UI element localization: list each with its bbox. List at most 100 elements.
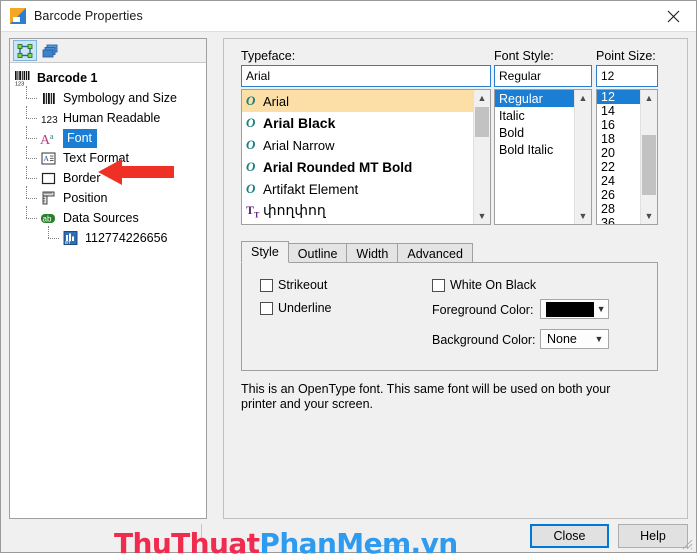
point-size-value: 36 <box>601 216 615 224</box>
scroll-up-icon[interactable]: ▲ <box>575 90 591 106</box>
font-style-input[interactable] <box>494 65 592 87</box>
white-on-black-checkbox[interactable]: White On Black <box>432 278 536 292</box>
list-item[interactable]: 12 <box>597 90 640 104</box>
close-button[interactable]: Close <box>530 524 609 548</box>
tab-outline[interactable]: Outline <box>287 243 348 263</box>
list-item[interactable]: Bold Italic <box>495 141 574 158</box>
ruler-position-glyph <box>42 191 55 205</box>
point-size-value: 24 <box>601 174 615 188</box>
underline-checkbox[interactable]: Underline <box>260 301 332 315</box>
point-size-value: 14 <box>601 104 615 118</box>
chevron-down-icon: ▼ <box>594 334 604 344</box>
list-item[interactable]: 16 <box>597 118 640 132</box>
scrollbar-thumb[interactable] <box>475 107 489 137</box>
list-item[interactable]: Bold <box>495 124 574 141</box>
tree-item-symbology-and-size[interactable]: Symbology and Size <box>10 86 206 108</box>
scroll-down-icon[interactable]: ▼ <box>474 208 490 224</box>
scroll-down-icon[interactable]: ▼ <box>575 208 591 224</box>
tab-advanced[interactable]: Advanced <box>397 243 473 263</box>
list-item[interactable]: O Artifakt Element <box>242 178 473 200</box>
tree-item-human-readable[interactable]: 123 Human Readable <box>10 106 206 128</box>
list-item[interactable]: 20 <box>597 146 640 160</box>
tree-connector <box>26 86 40 108</box>
point-size-scrollbar[interactable]: ▲ ▼ <box>640 90 657 224</box>
typeface-listbox[interactable]: O Arial O Arial Black O Arial Narrow O A… <box>241 89 491 225</box>
tree-item-label: Human Readable <box>63 111 161 125</box>
tree-connector <box>26 146 40 168</box>
resize-grip[interactable] <box>681 538 693 550</box>
layers-icon[interactable] <box>38 40 62 61</box>
list-item[interactable]: 22 <box>597 160 640 174</box>
list-item[interactable]: 26 <box>597 188 640 202</box>
svg-text:123: 123 <box>41 115 58 125</box>
list-item[interactable]: 14 <box>597 104 640 118</box>
tree-item-position[interactable]: Position <box>10 186 206 208</box>
point-size-list-items: 12 14 16 18 20 22 24 26 28 36 <box>597 90 640 224</box>
tree-connector <box>48 226 62 248</box>
navigation-panel: 123 Barcode 1 Symbology and Size 123 Hum… <box>9 38 207 519</box>
list-item[interactable]: 36 <box>597 216 640 224</box>
settings-tree: 123 Barcode 1 Symbology and Size 123 Hum… <box>10 63 206 248</box>
scroll-down-icon[interactable]: ▼ <box>641 208 657 224</box>
font-A-glyph: A a <box>40 132 54 146</box>
list-item[interactable]: O Arial Narrow <box>242 134 473 156</box>
strikeout-checkbox[interactable]: Strikeout <box>260 278 327 292</box>
watermark-part-1: ThuThuat <box>114 527 260 560</box>
typeface-name: փողփող <box>263 203 326 219</box>
list-item[interactable]: 28 <box>597 202 640 216</box>
barcode-bars-glyph <box>42 92 55 104</box>
tree-item-data-field[interactable]: BT 112774226656 <box>10 226 206 248</box>
style-tab-panel: Strikeout Underline White On Black Foreg… <box>241 262 658 371</box>
scroll-up-icon[interactable]: ▲ <box>474 90 490 106</box>
point-size-listbox[interactable]: 12 14 16 18 20 22 24 26 28 36 ▲ ▼ <box>596 89 658 225</box>
scrollbar-thumb[interactable] <box>642 135 656 195</box>
border-square-icon <box>40 170 58 186</box>
tab-width[interactable]: Width <box>346 243 399 263</box>
background-color-combo[interactable]: None ▼ <box>540 329 609 349</box>
scroll-up-icon[interactable]: ▲ <box>641 90 657 106</box>
point-size-value: 22 <box>601 160 615 174</box>
svg-text:ab: ab <box>43 214 52 223</box>
tree-item-label: Data Sources <box>63 211 139 225</box>
font-style-name: Bold <box>499 125 525 140</box>
window-title: Barcode Properties <box>34 9 143 23</box>
list-item[interactable]: Regular <box>495 90 574 107</box>
list-item[interactable]: O Arial Black <box>242 112 473 134</box>
font-style-listbox[interactable]: Regular Italic Bold Bold Italic ▲ ▼ <box>494 89 592 225</box>
dialog-body: 123 Barcode 1 Symbology and Size 123 Hum… <box>1 31 696 560</box>
typeface-list-items: O Arial O Arial Black O Arial Narrow O A… <box>242 90 473 224</box>
list-item[interactable]: O Arial <box>242 90 473 112</box>
list-item[interactable]: Italic <box>495 107 574 124</box>
tab-label: Style <box>251 245 279 259</box>
point-size-input[interactable] <box>596 65 658 87</box>
tab-style[interactable]: Style <box>241 241 289 263</box>
tree-item-font[interactable]: A a Font <box>10 126 206 148</box>
layers-glyph <box>42 44 58 57</box>
watermark: ThuThuatPhanMem.vn <box>114 527 458 560</box>
tree-item-barcode-1[interactable]: 123 Barcode 1 <box>10 68 206 88</box>
typeface-input[interactable] <box>241 65 491 87</box>
panel-toolbar <box>10 39 206 63</box>
close-icon[interactable] <box>650 1 696 31</box>
tab-label: Advanced <box>407 246 463 261</box>
help-button[interactable]: Help <box>618 524 688 548</box>
font-style-name: Regular <box>499 91 543 106</box>
text-format-glyph: A <box>41 152 56 164</box>
point-size-value: 20 <box>601 146 615 160</box>
typeface-name: Arial Narrow <box>263 137 335 153</box>
list-item[interactable]: 18 <box>597 132 640 146</box>
abc-data-icon: ab <box>40 210 58 226</box>
list-item[interactable]: TT փողփող <box>242 200 473 222</box>
point-size-label: Point Size: <box>596 49 656 63</box>
tree-item-label: Barcode 1 <box>37 71 98 85</box>
list-item[interactable]: 24 <box>597 174 640 188</box>
data-field-icon: BT <box>62 230 80 246</box>
foreground-color-combo[interactable]: ▼ <box>540 299 609 319</box>
point-size-value: 28 <box>601 202 615 216</box>
typeface-scrollbar[interactable]: ▲ ▼ <box>473 90 490 224</box>
background-color-label: Background Color: <box>432 333 536 347</box>
tree-item-data-sources[interactable]: ab Data Sources <box>10 206 206 228</box>
font-style-scrollbar[interactable]: ▲ ▼ <box>574 90 591 224</box>
select-nodes-icon[interactable] <box>13 40 37 61</box>
list-item[interactable]: O Arial Rounded MT Bold <box>242 156 473 178</box>
